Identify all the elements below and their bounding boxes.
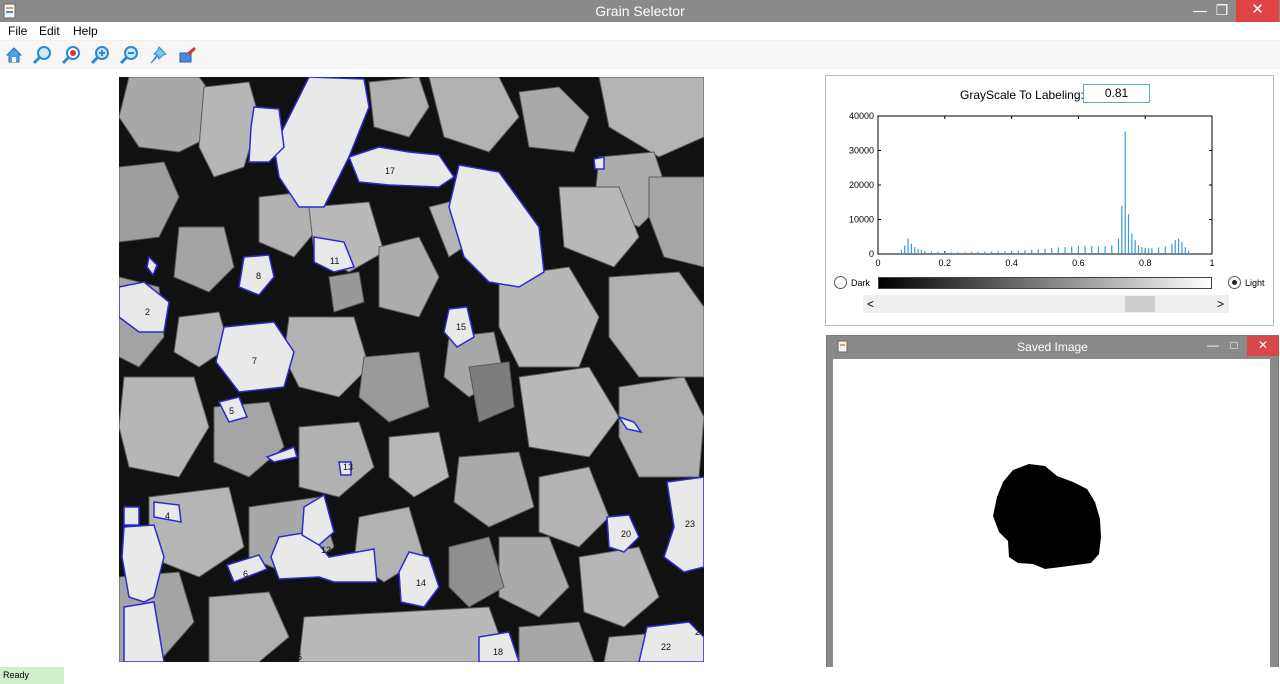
menu-edit[interactable]: Edit	[39, 24, 60, 38]
menu-file[interactable]: File	[8, 24, 27, 38]
y-tick-label: 40000	[849, 111, 874, 121]
status-bar: Ready	[0, 667, 1280, 684]
title-bar[interactable]: Grain Selector — ❐ ✕	[0, 0, 1280, 22]
app-window: Grain Selector — ❐ ✕ File Edit Help 2 4 …	[0, 0, 1280, 684]
zoom-reset-icon	[61, 46, 80, 65]
grain-label: 11	[330, 256, 339, 266]
saved-close-button[interactable]: ✕	[1247, 336, 1279, 356]
light-radio[interactable]	[1228, 276, 1241, 289]
grain-label: 5	[229, 406, 234, 416]
grayscale-input[interactable]: 0.81	[1083, 84, 1150, 103]
grain-label: 15	[456, 322, 466, 332]
x-tick-label: 0.4	[1005, 258, 1018, 268]
home-button[interactable]	[3, 44, 25, 66]
grain-outline[interactable]	[123, 506, 140, 526]
toolbar	[0, 41, 1280, 69]
grain-label: 14	[416, 578, 426, 588]
scroll-right-button[interactable]: >	[1217, 297, 1224, 311]
x-tick-label: 0.2	[939, 258, 952, 268]
zoom-reset-button[interactable]	[60, 44, 82, 66]
close-button[interactable]: ✕	[1236, 0, 1279, 22]
x-tick-label: 0	[875, 258, 880, 268]
grain-image-view[interactable]: 2 4 5 6 7 8 11 12 13 14 15 16 17 18 20 2…	[119, 77, 704, 662]
zoom-in-icon	[90, 46, 109, 65]
grayscale-gradient-bar	[878, 277, 1212, 289]
y-tick-label: 20000	[849, 180, 874, 190]
grain-label: 2	[145, 307, 150, 317]
x-tick-label: 0.8	[1139, 258, 1152, 268]
grain-label: 22	[661, 642, 671, 652]
menu-bar: File Edit Help	[0, 22, 1280, 41]
y-tick-label: 30000	[849, 146, 874, 156]
dark-label: Dark	[851, 278, 871, 288]
x-tick-label: 1	[1209, 258, 1214, 268]
saved-grain-image	[993, 464, 1101, 569]
plot-frame	[877, 115, 1213, 255]
menu-help[interactable]: Help	[73, 24, 98, 38]
pin-button[interactable]	[147, 44, 169, 66]
grain-label: 24	[695, 627, 704, 637]
histogram-panel: GrayScale To Labeling: 0.81 0 10000 20000 3…	[825, 75, 1274, 326]
zoom-in-button[interactable]	[89, 44, 111, 66]
grayscale-label: GrayScale To Labeling:	[960, 88, 1084, 102]
saved-image-canvas	[833, 359, 1270, 678]
grain-label: 13	[343, 462, 353, 472]
grain-image-canvas[interactable]: 2 4 5 6 7 8 11 12 13 14 15 16 17 18 20 2…	[119, 77, 704, 662]
grain-outline[interactable]	[593, 156, 605, 170]
zoom-out-button[interactable]	[118, 44, 140, 66]
grain-label: 16	[292, 652, 302, 662]
x-tick-label: 0.6	[1072, 258, 1085, 268]
scroll-thumb[interactable]	[1125, 296, 1155, 312]
saved-maximize-button[interactable]: □	[1223, 336, 1245, 356]
saved-grain-shape	[993, 464, 1101, 569]
grain-label: 20	[621, 529, 631, 539]
scroll-left-button[interactable]: <	[867, 297, 874, 311]
saved-minimize-button[interactable]: —	[1203, 336, 1223, 356]
home-icon	[5, 47, 23, 63]
maximize-button[interactable]: ❐	[1208, 0, 1236, 22]
histogram-chart: 0 10000 20000 30000 40000 0 0.2 0.4 0.6 0.8 1	[849, 111, 1215, 268]
zoom-icon	[32, 46, 51, 65]
zoom-button[interactable]	[31, 44, 53, 66]
grain-label: 6	[243, 569, 248, 579]
grain-label: 18	[493, 647, 503, 657]
zoom-out-icon	[119, 46, 138, 65]
grain-label: 8	[256, 271, 261, 281]
grain-label: 23	[685, 519, 695, 529]
grain-label: 4	[165, 511, 170, 521]
pin-icon	[150, 46, 167, 64]
threshold-scrollbar[interactable]: < >	[863, 295, 1229, 313]
select-button[interactable]	[177, 44, 199, 66]
light-label: Light	[1245, 278, 1265, 288]
grain-label: 12	[321, 545, 331, 555]
y-tick-label: 10000	[849, 215, 874, 225]
radio-selected-dot	[1232, 280, 1237, 285]
grain-label: 7	[252, 356, 257, 366]
status-text: Ready	[0, 667, 64, 684]
window-title: Grain Selector	[595, 3, 685, 19]
saved-image-window[interactable]: Saved Image — □ ✕	[826, 335, 1279, 682]
y-tick-label: 0	[869, 249, 874, 259]
select-icon	[179, 47, 196, 63]
grain-label: 17	[385, 166, 395, 176]
dark-radio[interactable]	[834, 276, 847, 289]
